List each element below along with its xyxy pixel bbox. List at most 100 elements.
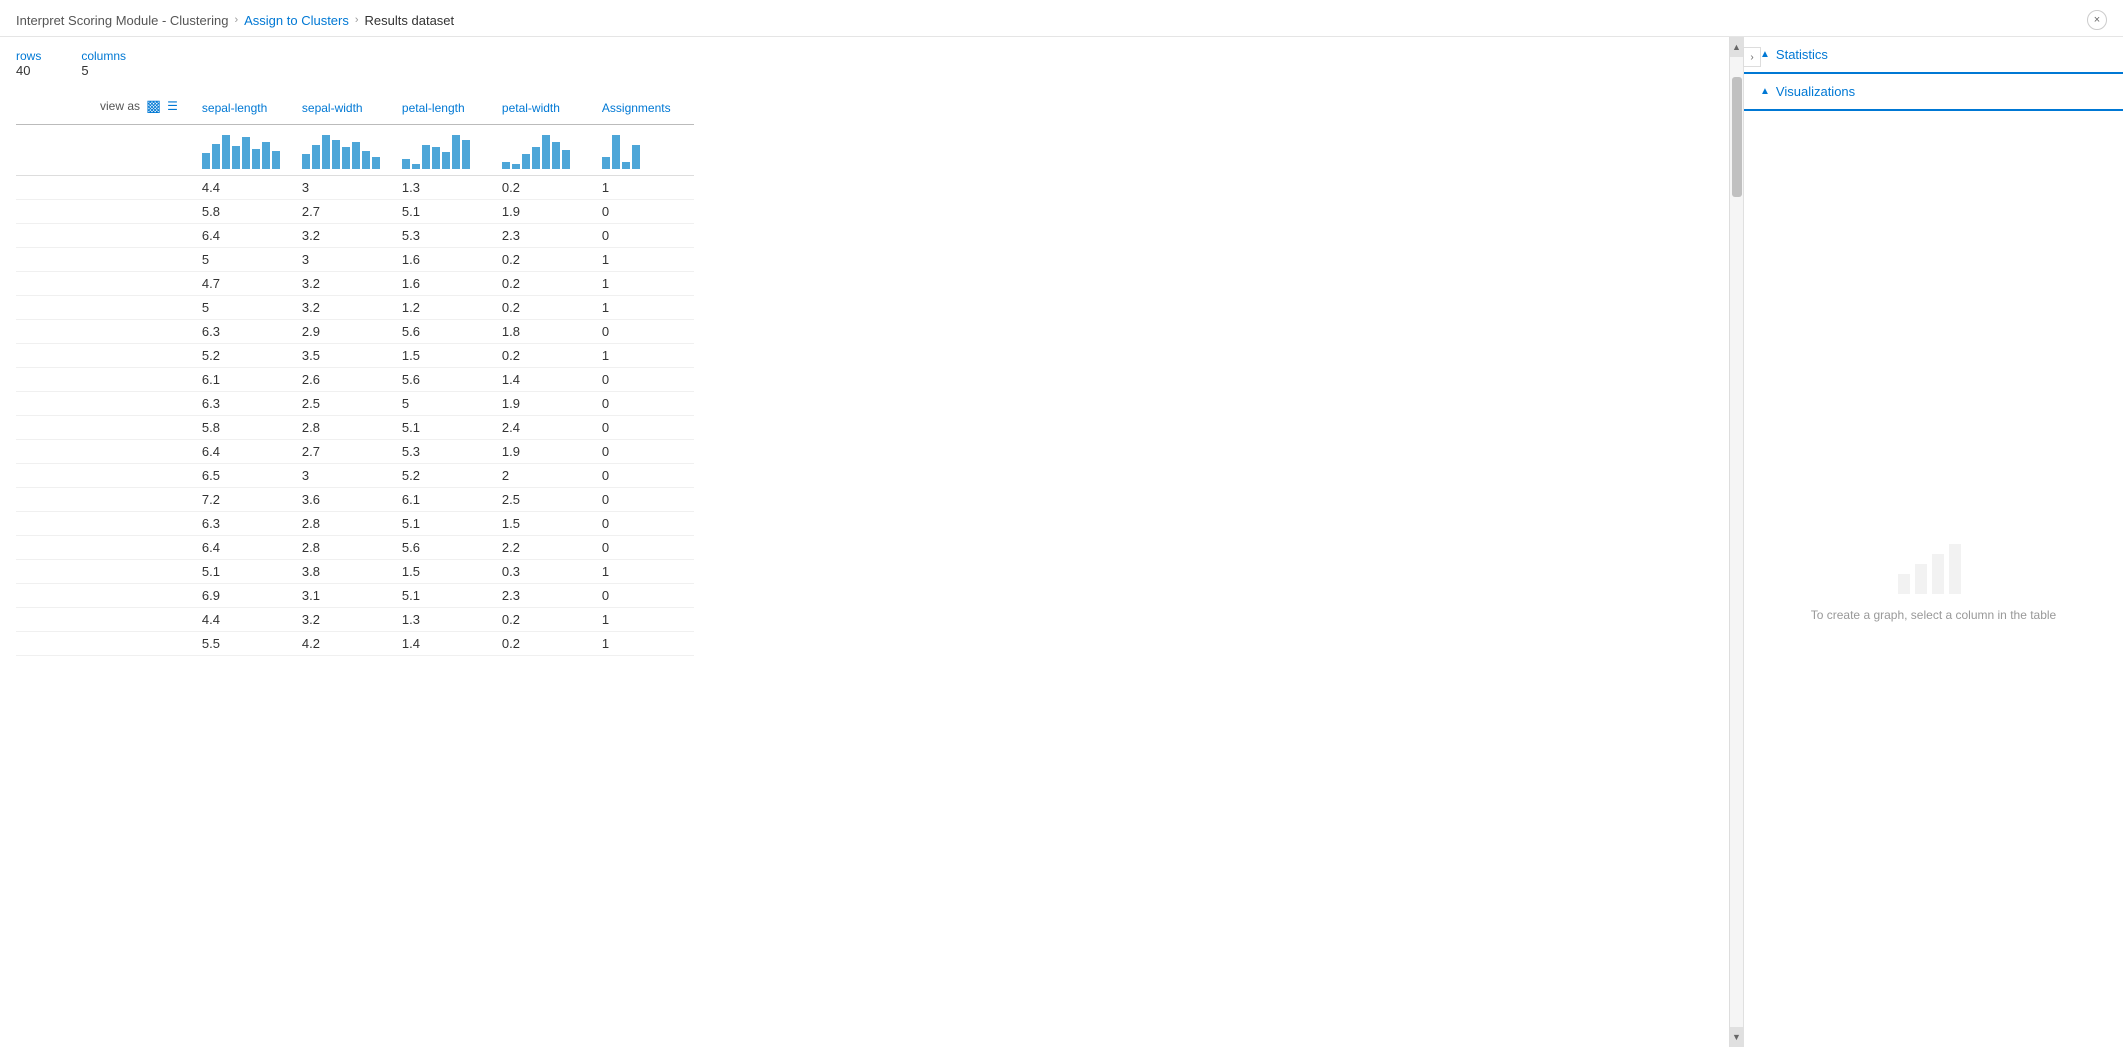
cell-assignments: 0 [594, 440, 694, 464]
cell-petal_length: 1.6 [394, 248, 494, 272]
cell-sepal_length: 4.7 [194, 272, 294, 296]
histogram-view-icon[interactable]: ▩ [146, 96, 161, 116]
histogram-petal-length[interactable] [394, 125, 494, 176]
cell-sepal_length: 5.8 [194, 416, 294, 440]
panel-collapse-button[interactable]: › [1743, 47, 1761, 67]
columns-value: 5 [81, 63, 126, 78]
table-row: 5.82.75.11.90 [16, 200, 694, 224]
cell-petal_length: 5.6 [394, 320, 494, 344]
cell-assignments: 0 [594, 416, 694, 440]
cell-petal_width: 2 [494, 464, 594, 488]
cell-sepal_width: 3 [294, 248, 394, 272]
right-panel: › ▲ Statistics ▲ Visualizations [1743, 37, 2123, 1047]
cell-assignments: 1 [594, 176, 694, 200]
cell-petal_length: 1.4 [394, 632, 494, 656]
row-index-cell [16, 344, 194, 368]
cell-petal_width: 1.8 [494, 320, 594, 344]
statistics-title: Statistics [1776, 47, 1828, 62]
cell-assignments: 1 [594, 296, 694, 320]
cell-petal_length: 1.3 [394, 176, 494, 200]
col-assignments[interactable]: Assignments [594, 92, 694, 125]
cell-sepal_length: 5 [194, 248, 294, 272]
cell-petal_length: 5.1 [394, 200, 494, 224]
cell-petal_length: 5.1 [394, 416, 494, 440]
cell-assignments: 1 [594, 272, 694, 296]
visualizations-title: Visualizations [1776, 84, 1855, 99]
cell-sepal_width: 2.7 [294, 200, 394, 224]
table-row: 5.82.85.12.40 [16, 416, 694, 440]
cell-sepal_width: 2.8 [294, 416, 394, 440]
visualizations-section-header[interactable]: ▲ Visualizations [1744, 74, 2123, 111]
cell-petal_length: 1.2 [394, 296, 494, 320]
breadcrumb-root: Interpret Scoring Module - Clustering [16, 13, 228, 28]
row-index-cell [16, 488, 194, 512]
statistics-section-header[interactable]: ▲ Statistics [1744, 37, 2123, 74]
cell-sepal_width: 3.2 [294, 272, 394, 296]
view-as-header: view as ▩ ☰ [16, 92, 194, 125]
scroll-up-arrow[interactable]: ▲ [1730, 37, 1744, 57]
col-petal-width[interactable]: petal-width [494, 92, 594, 125]
breadcrumb-link1[interactable]: Assign to Clusters [244, 13, 349, 28]
cell-petal_length: 5.3 [394, 440, 494, 464]
cell-petal_length: 5 [394, 392, 494, 416]
data-table: view as ▩ ☰ sepal-length sepal-width pet… [16, 92, 694, 656]
row-index-cell [16, 248, 194, 272]
view-as-label: view as [100, 99, 140, 113]
table-header-row: view as ▩ ☰ sepal-length sepal-width pet… [16, 92, 694, 125]
statistics-arrow-icon: ▲ [1760, 49, 1770, 60]
cell-sepal_length: 4.4 [194, 608, 294, 632]
cell-assignments: 1 [594, 632, 694, 656]
table-row: 4.431.30.21 [16, 176, 694, 200]
cell-assignments: 0 [594, 392, 694, 416]
title-bar: Interpret Scoring Module - Clustering › … [0, 0, 2123, 37]
cell-sepal_width: 3.1 [294, 584, 394, 608]
close-button[interactable]: × [2087, 10, 2107, 30]
meta-info: rows 40 columns 5 [16, 49, 1729, 78]
table-row: 4.73.21.60.21 [16, 272, 694, 296]
table-row: 6.43.25.32.30 [16, 224, 694, 248]
table-row: 6.32.551.90 [16, 392, 694, 416]
table-row: 6.32.85.11.50 [16, 512, 694, 536]
panel-inner: ▲ Statistics ▲ Visualizations [1744, 37, 2123, 1047]
viz-placeholder: To create a graph, select a column in th… [1811, 534, 2056, 624]
viz-chart-icon [1893, 534, 1973, 594]
cell-assignments: 1 [594, 560, 694, 584]
table-row: 53.21.20.21 [16, 296, 694, 320]
row-index-cell [16, 464, 194, 488]
histogram-assignments[interactable] [594, 125, 694, 176]
cell-sepal_length: 4.4 [194, 176, 294, 200]
cell-petal_width: 2.3 [494, 224, 594, 248]
table-row: 6.93.15.12.30 [16, 584, 694, 608]
scrollbar: ▲ ▼ [1729, 37, 1743, 1047]
row-index-cell [16, 416, 194, 440]
table-row: 5.23.51.50.21 [16, 344, 694, 368]
cell-assignments: 0 [594, 488, 694, 512]
scroll-down-arrow[interactable]: ▼ [1730, 1027, 1744, 1047]
cell-petal_width: 0.2 [494, 176, 594, 200]
scroll-thumb[interactable] [1732, 77, 1742, 197]
cell-petal_length: 1.6 [394, 272, 494, 296]
col-petal-length[interactable]: petal-length [394, 92, 494, 125]
histogram-sepal-length[interactable] [194, 125, 294, 176]
list-view-icon[interactable]: ☰ [167, 99, 178, 113]
cell-petal_length: 1.3 [394, 608, 494, 632]
table-row: 6.42.85.62.20 [16, 536, 694, 560]
cell-assignments: 0 [594, 512, 694, 536]
cell-assignments: 0 [594, 224, 694, 248]
table-row: 6.42.75.31.90 [16, 440, 694, 464]
row-index-cell [16, 440, 194, 464]
cell-sepal_width: 3.2 [294, 224, 394, 248]
table-row: 5.13.81.50.31 [16, 560, 694, 584]
breadcrumb: Interpret Scoring Module - Clustering › … [16, 13, 454, 28]
row-index-cell [16, 224, 194, 248]
col-sepal-length[interactable]: sepal-length [194, 92, 294, 125]
histogram-sepal-width[interactable] [294, 125, 394, 176]
col-sepal-width[interactable]: sepal-width [294, 92, 394, 125]
cell-petal_width: 0.2 [494, 248, 594, 272]
table-row: 4.43.21.30.21 [16, 608, 694, 632]
cell-sepal_length: 6.5 [194, 464, 294, 488]
viz-area: To create a graph, select a column in th… [1744, 111, 2123, 1047]
cell-petal_length: 5.6 [394, 536, 494, 560]
table-row: 5.54.21.40.21 [16, 632, 694, 656]
histogram-petal-width[interactable] [494, 125, 594, 176]
